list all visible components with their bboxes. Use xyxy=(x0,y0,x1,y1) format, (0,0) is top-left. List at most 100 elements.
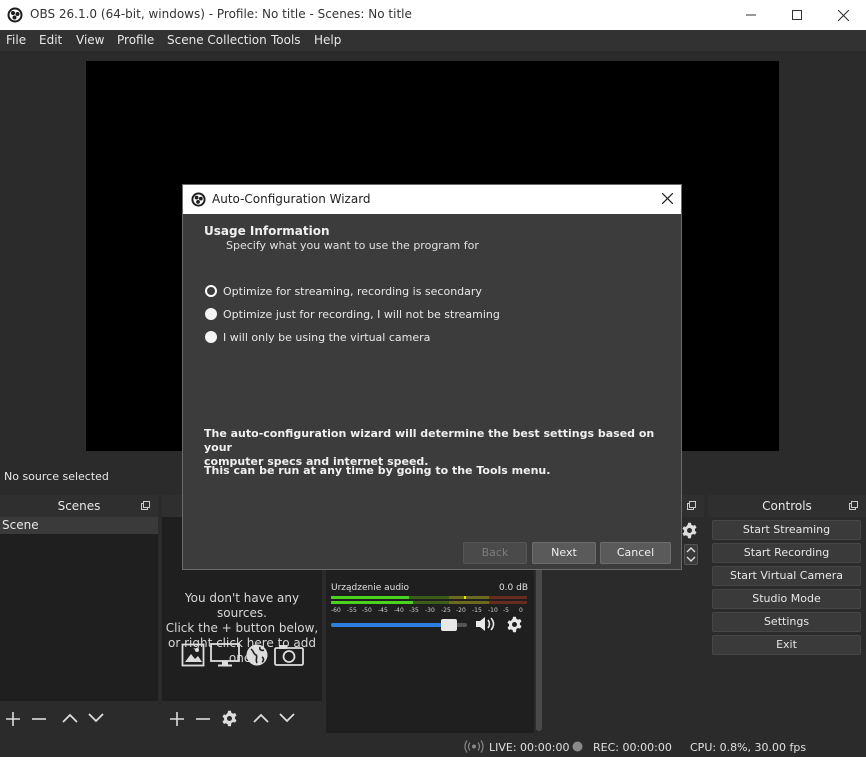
close-icon xyxy=(837,9,849,21)
live-broadcast-icon xyxy=(464,740,484,753)
dialog-heading: Usage Information xyxy=(204,224,330,238)
menu-view[interactable]: View xyxy=(76,33,104,47)
start-virtual-camera-button[interactable]: Start Virtual Camera xyxy=(712,566,861,586)
window-titlebar: OBS 26.1.0 (64-bit, windows) - Profile: … xyxy=(0,0,866,30)
obs-logo-icon xyxy=(191,192,206,207)
meter-tick-label: -45 xyxy=(378,607,388,614)
menu-help[interactable]: Help xyxy=(314,33,341,47)
menu-tools[interactable]: Tools xyxy=(271,33,301,47)
obs-logo-icon xyxy=(7,7,23,23)
settings-button[interactable]: Settings xyxy=(712,612,861,632)
audio-meter-fill xyxy=(331,601,413,604)
audio-level-readout: 0.0 dB xyxy=(498,583,528,593)
volume-slider[interactable] xyxy=(331,619,467,631)
record-indicator-icon xyxy=(572,741,583,752)
minimize-icon xyxy=(746,10,756,20)
auto-config-wizard-dialog: Auto-Configuration Wizard Usage Informat… xyxy=(182,184,682,570)
mixer-gear-icon[interactable] xyxy=(506,616,523,633)
wizard-info-text: The auto-configuration wizard will deter… xyxy=(204,427,681,469)
status-bar: LIVE: 00:00:00 REC: 00:00:00 CPU: 0.8%, … xyxy=(0,737,866,757)
cpu-fps-readout: CPU: 0.8%, 30.00 fps xyxy=(690,741,807,754)
audio-meter-yellow xyxy=(449,601,489,604)
audio-meter-bar xyxy=(331,596,527,599)
audio-meter-red xyxy=(489,601,527,604)
transition-gear-icon[interactable] xyxy=(681,522,698,539)
menu-scene-collection[interactable]: Scene Collection xyxy=(167,33,267,47)
wizard-tools-hint: This can be run at any time by going to … xyxy=(204,464,551,477)
start-recording-button[interactable]: Start Recording xyxy=(712,543,861,563)
exit-button[interactable]: Exit xyxy=(712,635,861,655)
scenes-list: Scene xyxy=(0,517,158,701)
close-button[interactable] xyxy=(820,0,866,30)
image-icon xyxy=(181,643,205,667)
radio-optimize-streaming[interactable] xyxy=(205,285,217,297)
start-streaming-button[interactable]: Start Streaming xyxy=(712,520,861,540)
maximize-button[interactable] xyxy=(774,0,820,30)
meter-tick-label: -55 xyxy=(347,607,357,614)
maximize-icon xyxy=(792,10,802,20)
add-source-plus-icon[interactable] xyxy=(169,711,185,727)
meter-tick-label: -60 xyxy=(331,607,341,614)
move-down-chevron-icon[interactable] xyxy=(88,713,104,723)
meter-tick-label: -10 xyxy=(488,607,498,614)
audio-device-name: Urządzenie audio xyxy=(331,583,410,593)
display-capture-icon xyxy=(210,643,240,667)
menu-edit[interactable]: Edit xyxy=(39,33,62,47)
remove-scene-minus-icon[interactable] xyxy=(31,711,47,727)
minimize-button[interactable] xyxy=(728,0,774,30)
volume-slider-fill xyxy=(331,623,457,627)
meter-tick-label: -35 xyxy=(409,607,419,614)
option-label: Optimize for streaming, recording is sec… xyxy=(223,285,482,298)
studio-mode-button[interactable]: Studio Mode xyxy=(712,589,861,609)
audio-meter-scale: -60 -55 -50 -45 -40 -35 -30 -25 -20 -15 -10 -5 0 xyxy=(331,606,527,616)
meter-tick-label: -25 xyxy=(441,607,451,614)
scenes-toolbar xyxy=(0,701,158,735)
move-down-chevron-icon[interactable] xyxy=(279,713,295,723)
rec-timer: REC: 00:00:00 xyxy=(593,741,672,754)
float-dock-icon[interactable] xyxy=(141,501,150,510)
remove-source-minus-icon[interactable] xyxy=(195,711,211,727)
volume-slider-handle[interactable] xyxy=(441,619,457,631)
move-up-chevron-icon[interactable] xyxy=(62,713,78,723)
scenes-dock-title: Scenes xyxy=(0,495,158,517)
dialog-close-icon[interactable] xyxy=(662,193,673,204)
cancel-button[interactable]: Cancel xyxy=(600,542,671,564)
controls-dock-title: Controls xyxy=(708,495,866,517)
option-label: Optimize just for recording, I will not … xyxy=(223,308,500,321)
live-timer: LIVE: 00:00:00 xyxy=(489,741,570,754)
sources-toolbar xyxy=(162,701,322,735)
dialog-title: Auto-Configuration Wizard xyxy=(212,192,371,206)
meter-tick-label: -50 xyxy=(362,607,372,614)
meter-tick-label: 0 xyxy=(519,607,523,614)
sources-empty-line: Click the + button below, xyxy=(165,621,319,635)
meter-tick-label: -40 xyxy=(394,607,404,614)
duration-spinner[interactable] xyxy=(684,544,698,565)
meter-tick-label: -5 xyxy=(503,607,509,614)
radio-optimize-recording[interactable] xyxy=(205,308,217,320)
meter-tick-label: -30 xyxy=(425,607,435,614)
audio-meter-red xyxy=(489,596,527,599)
back-button[interactable]: Back xyxy=(463,542,527,564)
window-title: OBS 26.1.0 (64-bit, windows) - Profile: … xyxy=(30,7,412,21)
camera-icon xyxy=(274,643,304,667)
audio-meter-fill xyxy=(331,596,409,599)
source-properties-gear-icon[interactable] xyxy=(221,710,238,727)
next-button[interactable]: Next xyxy=(532,542,596,564)
move-up-chevron-icon[interactable] xyxy=(253,713,269,723)
menu-file[interactable]: File xyxy=(6,33,26,47)
option-label: I will only be using the virtual camera xyxy=(223,331,431,344)
float-dock-icon[interactable] xyxy=(687,501,696,510)
audio-peak-marker xyxy=(464,596,466,599)
audio-meter-bar xyxy=(331,601,527,604)
menu-profile[interactable]: Profile xyxy=(117,33,154,47)
speaker-volume-icon[interactable] xyxy=(475,615,497,633)
scenes-title: Scenes xyxy=(57,499,101,513)
scenes-dock: Scenes Scene xyxy=(0,495,158,735)
meter-tick-label: -15 xyxy=(472,607,482,614)
add-scene-plus-icon[interactable] xyxy=(5,711,21,727)
float-dock-icon[interactable] xyxy=(849,501,858,510)
scene-item[interactable]: Scene xyxy=(0,517,158,534)
meter-tick-label: -20 xyxy=(456,607,466,614)
source-status: No source selected xyxy=(4,470,109,483)
radio-virtual-camera[interactable] xyxy=(205,331,217,343)
